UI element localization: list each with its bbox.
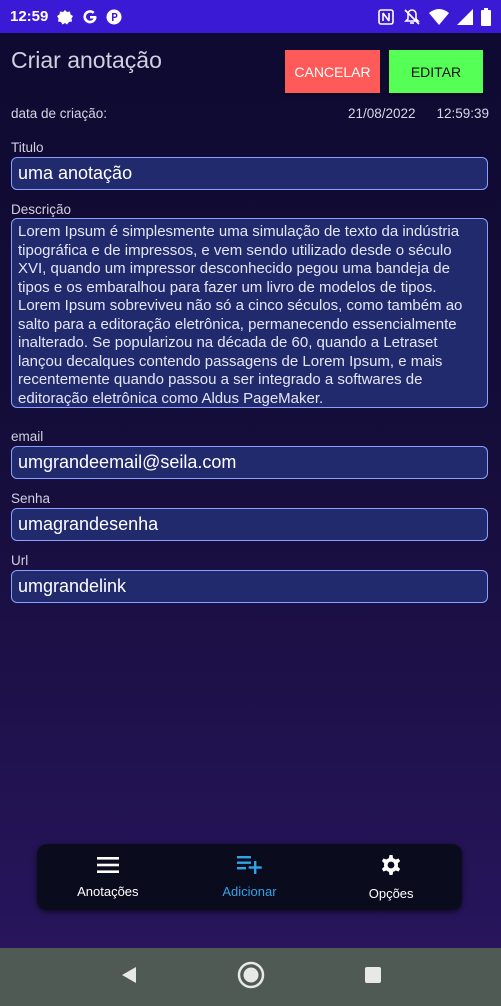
description-textarea[interactable]: Lorem Ipsum é simplesmente uma simulação… — [11, 218, 488, 408]
nav-item-anotacoes[interactable]: Anotações — [38, 844, 178, 910]
nav-item-opcoes[interactable]: Opções — [321, 844, 461, 910]
url-label: Url — [11, 553, 29, 568]
page-title: Criar anotação — [11, 47, 162, 73]
signal-icon — [457, 8, 473, 25]
nav-item-label: Adicionar — [222, 884, 277, 899]
nav-item-adicionar[interactable]: Adicionar — [179, 844, 319, 910]
nfc-icon — [377, 8, 395, 26]
p-app-icon — [106, 9, 122, 25]
title-label: Titulo — [11, 140, 44, 155]
password-input[interactable]: umagrandesenha — [11, 508, 488, 541]
bottom-navigation: Anotações Adicionar Opções — [37, 844, 462, 910]
edit-button[interactable]: EDITAR — [389, 50, 483, 93]
title-input[interactable]: uma anotação — [11, 157, 488, 190]
status-bar: 12:59 — [0, 0, 501, 33]
creation-date-row: data de criação: 21/08/2022 12:59:39 — [11, 106, 489, 124]
playlist-add-icon — [236, 855, 263, 878]
url-input[interactable]: umgrandelink — [11, 570, 488, 603]
status-time: 12:59 — [10, 8, 49, 25]
system-navigation-bar — [0, 948, 501, 1006]
menu-icon — [96, 855, 120, 878]
email-label: email — [11, 429, 44, 444]
creation-date-label: data de criação: — [11, 106, 108, 121]
cancel-button[interactable]: CANCELAR — [285, 50, 380, 93]
google-icon — [82, 9, 98, 25]
battery-icon — [481, 7, 491, 26]
description-label: Descrição — [11, 202, 72, 217]
back-icon[interactable] — [119, 965, 139, 990]
recents-icon[interactable] — [364, 966, 382, 989]
creation-date-value: 21/08/2022 — [348, 106, 416, 121]
email-input[interactable]: umgrandeemail@seila.com — [11, 446, 488, 479]
app-header: Criar anotação CANCELAR EDITAR — [0, 33, 501, 103]
wifi-icon — [429, 8, 449, 25]
nav-item-label: Opções — [368, 886, 414, 901]
status-right — [377, 7, 491, 26]
mute-icon — [403, 8, 421, 26]
gear-icon — [379, 853, 403, 880]
password-label: Senha — [11, 491, 51, 506]
status-left: 12:59 — [10, 8, 122, 26]
creation-time-value: 12:59:39 — [436, 106, 489, 121]
nav-item-label: Anotações — [77, 884, 139, 899]
gear-notification-icon — [56, 8, 74, 26]
home-icon[interactable] — [237, 961, 265, 994]
